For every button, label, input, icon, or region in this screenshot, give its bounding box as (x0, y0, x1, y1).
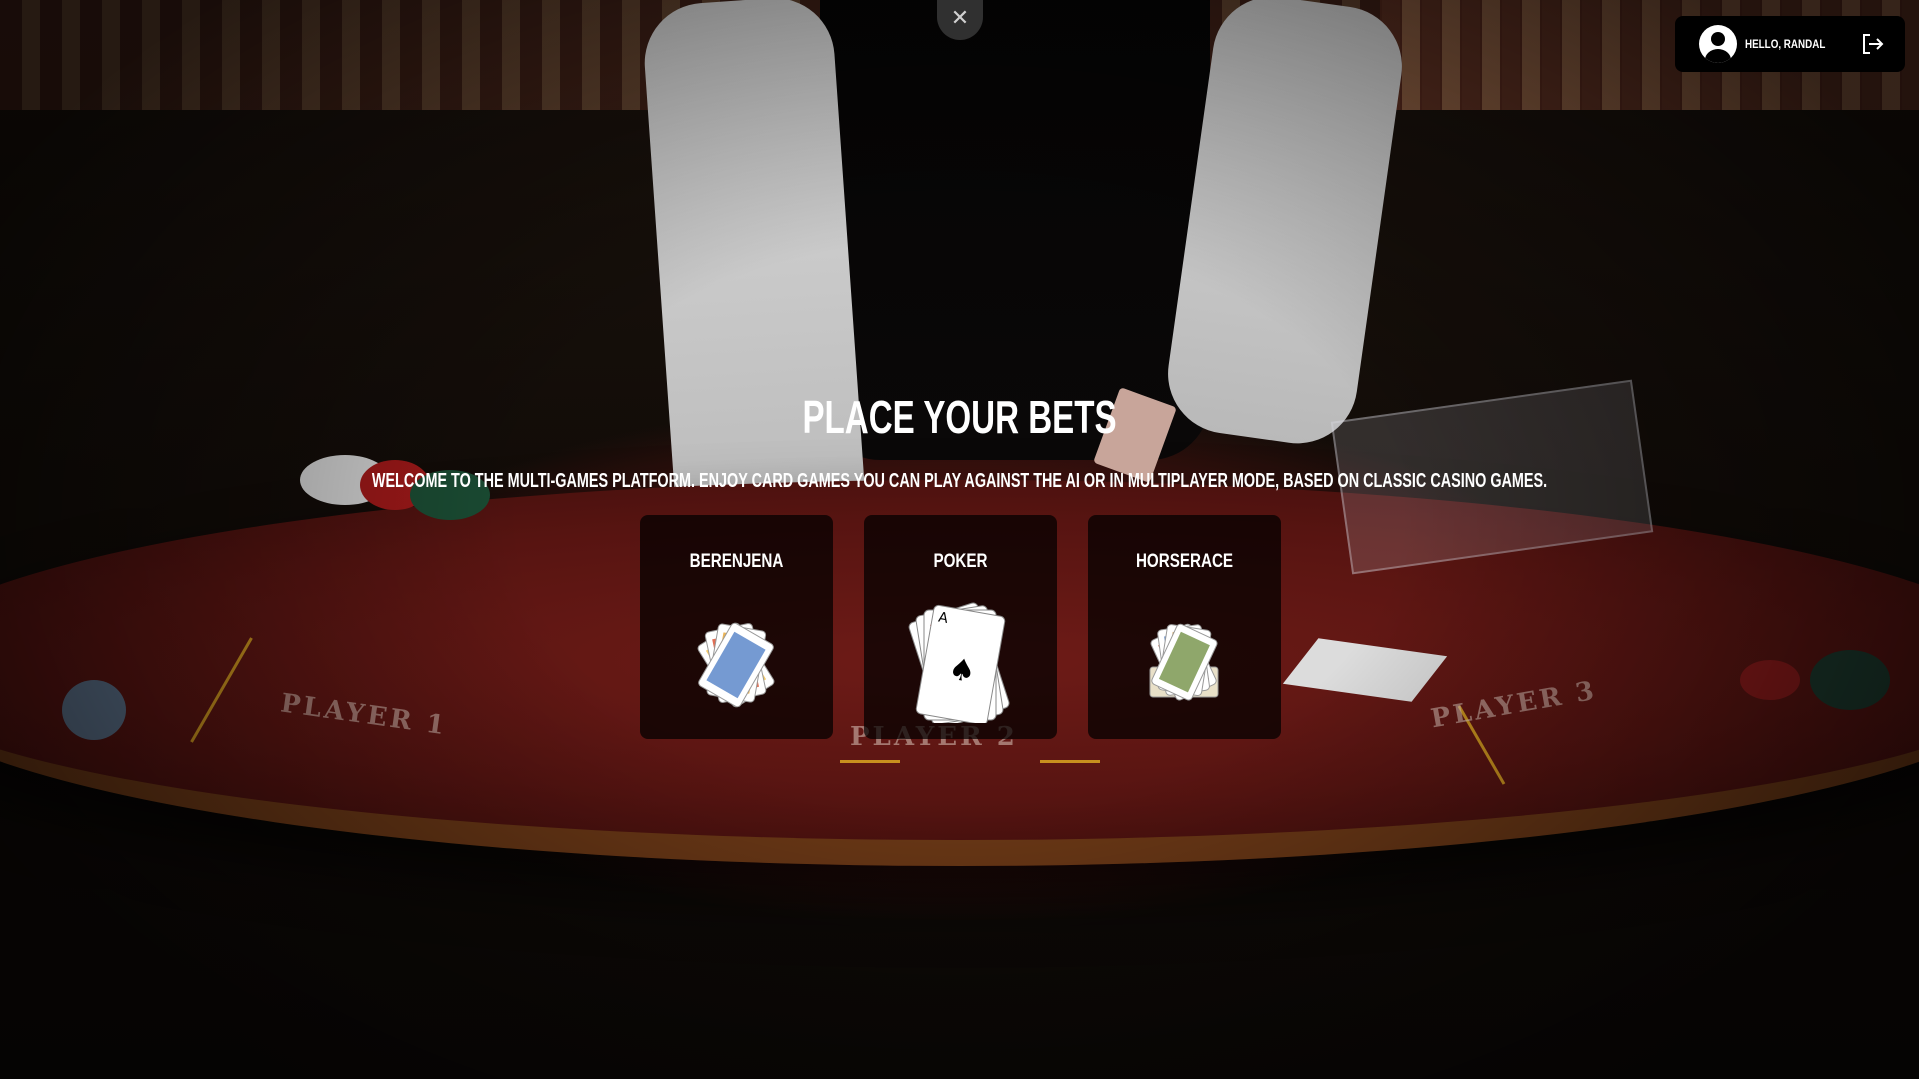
spanish-cards-icon (697, 622, 775, 708)
game-card-horserace[interactable]: Horserace (1088, 515, 1281, 739)
horse-cards-icon (1149, 623, 1219, 701)
game-label: Horserace (1135, 551, 1234, 572)
game-card-poker[interactable]: Poker A A A A♠ (864, 515, 1057, 739)
game-label: Poker (933, 551, 988, 572)
close-icon: ✕ (950, 6, 970, 31)
four-aces-icon: A A A A♠ (908, 602, 1010, 723)
game-list: Berenjena Poker A A A A♠ Horserace (640, 515, 1281, 739)
game-label: Berenjena (689, 551, 784, 572)
user-circle-icon (1699, 25, 1737, 63)
page-title: Place your bets (802, 391, 1117, 443)
user-greeting: Hello, Randal (1745, 37, 1826, 51)
page-subtitle: Welcome to the multi-games platform. Enj… (371, 470, 1548, 492)
logout-icon[interactable] (1861, 33, 1885, 55)
game-card-berenjena[interactable]: Berenjena (640, 515, 833, 739)
user-menu[interactable]: Hello, Randal (1675, 16, 1905, 72)
